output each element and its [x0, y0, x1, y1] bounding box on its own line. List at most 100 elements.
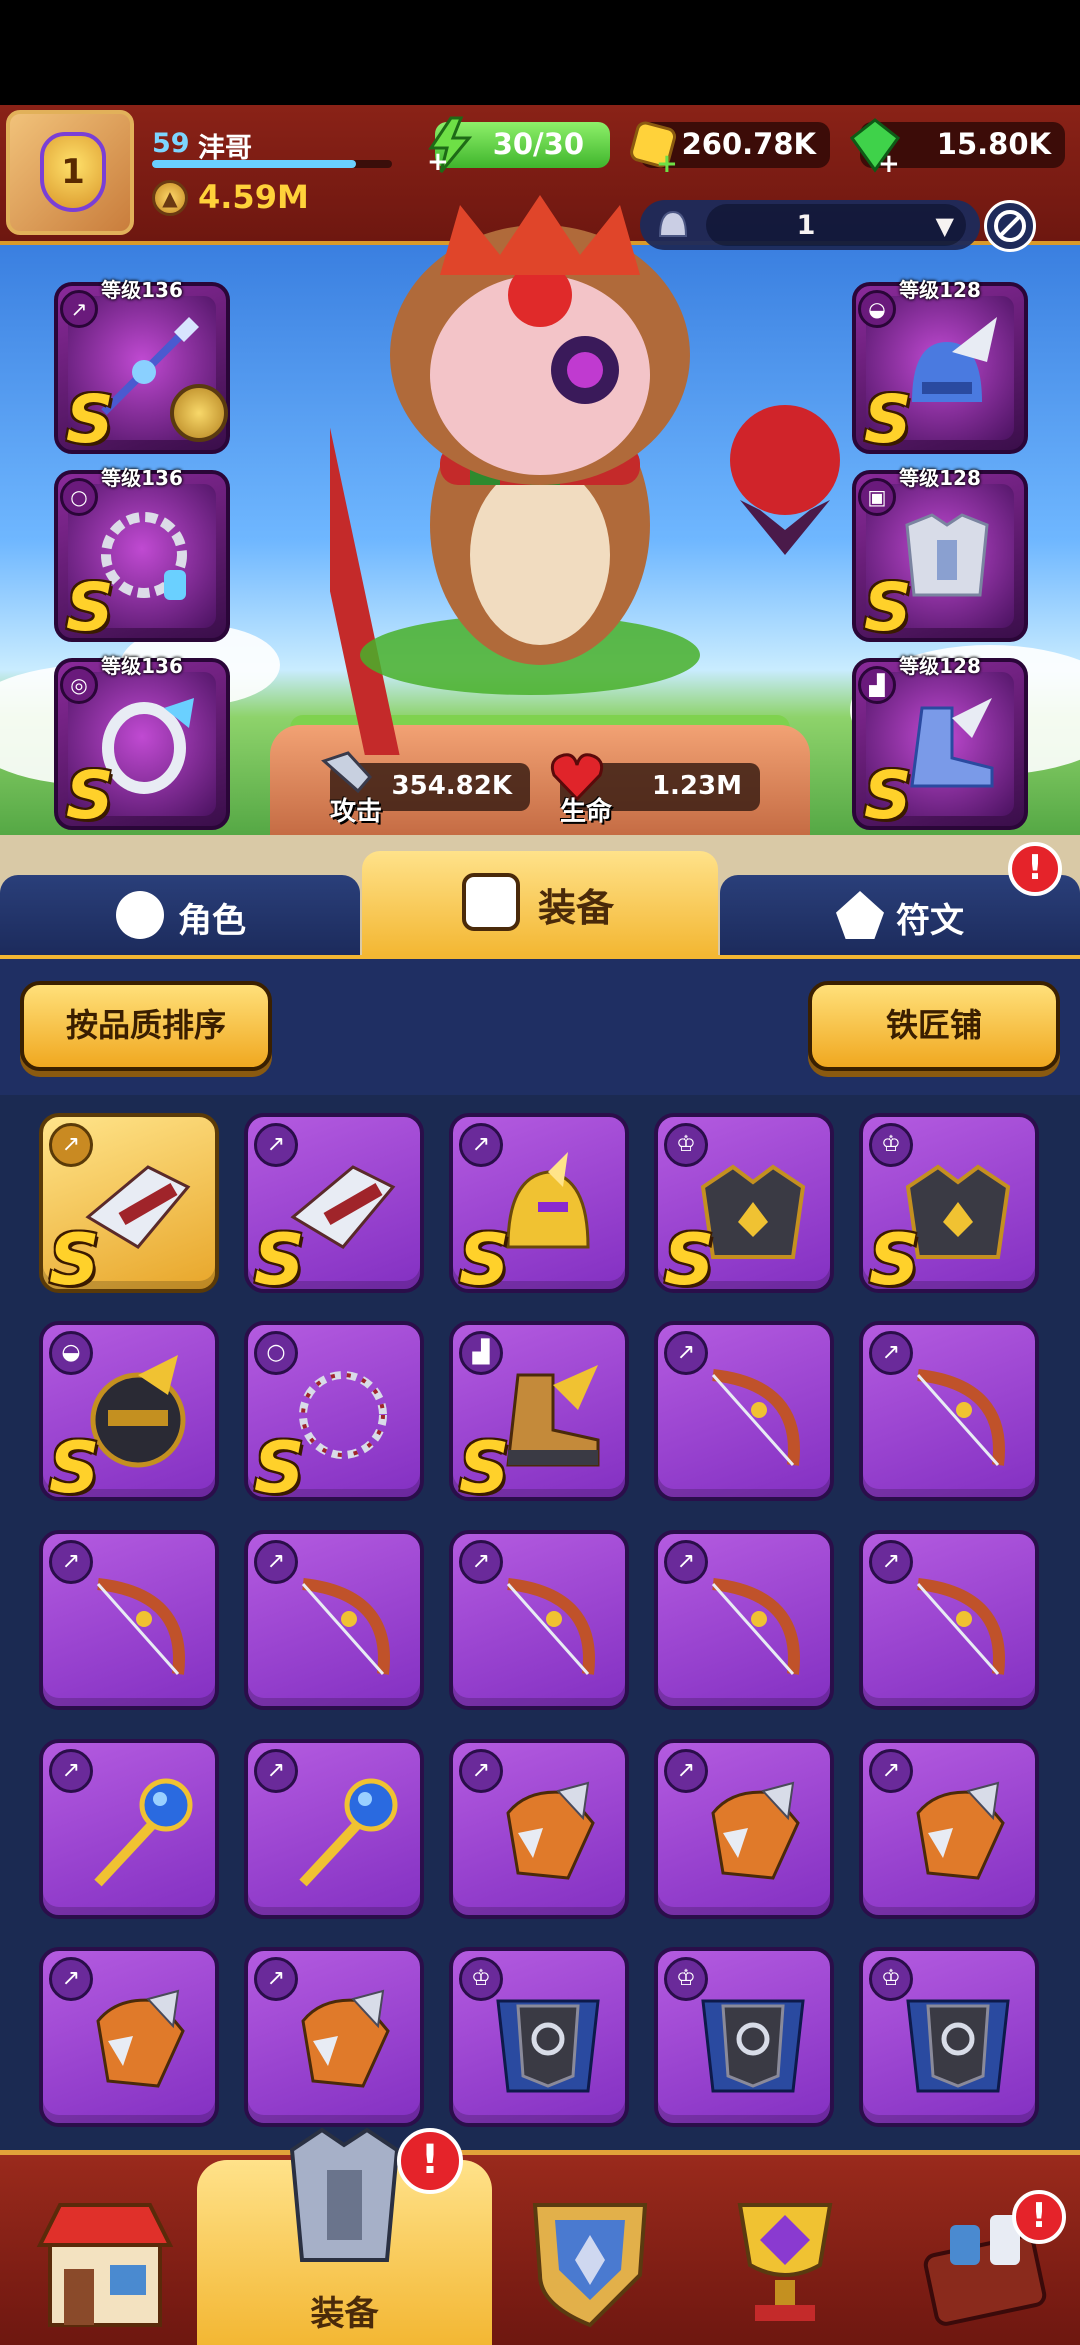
inventory-item-golden-boots[interactable]: ▟ S — [449, 1321, 629, 1509]
boots-type-icon: ▟ — [858, 666, 896, 704]
tab-role-label: 角色 — [178, 901, 246, 941]
xp-bar — [152, 160, 392, 168]
helmet-type-icon: ◒ — [858, 290, 896, 328]
bow-icon — [301, 1578, 390, 1675]
grade-badge: S — [664, 1219, 715, 1301]
tab-role[interactable]: 角色 — [0, 875, 360, 955]
equip-slot-necklace[interactable]: 等级136 ○ S — [54, 466, 230, 646]
target-icon[interactable] — [984, 200, 1036, 252]
player-power: 4.59M — [198, 178, 309, 216]
inventory-item-cape-armor[interactable]: ♔ — [654, 1947, 834, 2127]
armor-icon — [289, 2127, 400, 2262]
inventory-item-dark-armor[interactable]: ♔ S — [859, 1113, 1039, 1301]
inventory-item-cape-armor[interactable]: ♔ — [449, 1947, 629, 2127]
armor-icon — [462, 873, 520, 931]
grade-badge: S — [49, 1427, 100, 1509]
grade-badge: S — [254, 1427, 305, 1509]
gem-counter[interactable]: + 15.80K — [849, 118, 1065, 174]
tab-bar: 角色 装备 符文 — [0, 835, 1080, 955]
inventory-item-gauntlet[interactable]: ↗ — [654, 1739, 834, 1919]
tab-rune-label: 符文 — [896, 901, 964, 941]
inventory-item-crossbow[interactable]: ↗ S — [39, 1113, 219, 1301]
equipment-alert-badge: ! — [397, 2128, 463, 2194]
armor-type-icon: ▣ — [858, 478, 896, 516]
inventory-item-staff[interactable]: ↗ — [244, 1739, 424, 1919]
inventory-item-cape-armor[interactable]: ♔ — [859, 1947, 1039, 2127]
equip-slot-armor[interactable]: 等级128 ▣ S — [852, 466, 1028, 646]
grade-badge: S — [254, 1219, 305, 1301]
inventory-item-bow[interactable]: ↗ — [654, 1321, 834, 1501]
inventory-item-gauntlet[interactable]: ↗ — [449, 1739, 629, 1919]
sort-by-quality-button[interactable]: 按品质排序 — [20, 981, 272, 1071]
gauntlet-icon — [96, 1989, 185, 2088]
attack-label: 攻击 — [330, 797, 383, 827]
inventory-item-gauntlet[interactable]: ↗ — [244, 1947, 424, 2127]
blacksmith-button[interactable]: 铁匠铺 — [808, 981, 1060, 1071]
player-avatar[interactable]: 1 — [6, 110, 134, 235]
equip-slot-helmet[interactable]: 等级128 ◒ S — [852, 278, 1028, 458]
inventory-grid: ↗ S ↗ S ↗ S ♔ S ♔ S ◒ S ○ S ▟ S ↗ ↗ ↗ ↗ ↗ ↗ ↗ ↗ ↗ ↗ ↗ ↗ ↗ ↗ ♔ ♔ ♔ — [0, 1095, 1080, 2150]
inventory-item-gauntlet[interactable]: ↗ — [859, 1739, 1039, 1919]
necklace-type-icon: ○ — [60, 478, 98, 516]
shield-icon[interactable] — [515, 2185, 665, 2335]
equip-slot-weapon[interactable]: 等级136 ↗ S — [54, 278, 230, 458]
bow-icon — [96, 1578, 185, 1675]
bow-icon — [506, 1578, 595, 1675]
tab-equipment-label: 装备 — [538, 886, 615, 930]
gauntlet-icon — [301, 1989, 390, 2088]
svg-text:+: + — [878, 149, 900, 174]
gold-orb-icon — [170, 384, 228, 442]
inventory-item-staff[interactable]: ↗ — [39, 1739, 219, 1919]
energy-counter[interactable]: + 30/30 — [427, 116, 610, 174]
grade-badge: S — [459, 1219, 510, 1301]
inventory-item-bow[interactable]: ↗ — [859, 1530, 1039, 1710]
blacksmith-label: 铁匠铺 — [885, 1006, 982, 1044]
weapon-type-icon: ↗ — [60, 290, 98, 328]
svg-text:+: + — [656, 149, 678, 174]
inventory-item-bow[interactable]: ↗ — [654, 1530, 834, 1710]
grade-badge: S — [66, 381, 114, 458]
gem-value: 15.80K — [936, 127, 1051, 161]
gold-counter[interactable]: + 260.78K — [630, 121, 830, 174]
hp-stat: 生命 1.23M — [550, 753, 760, 827]
inventory-item-bow[interactable]: ↗ — [244, 1530, 424, 1710]
xp-bar-fill — [152, 160, 356, 168]
inventory-item-gauntlet[interactable]: ↗ — [39, 1947, 219, 2127]
grade-badge: S — [66, 569, 114, 646]
inventory-item-bow[interactable]: ↗ — [449, 1530, 629, 1710]
svg-text:+: + — [427, 147, 449, 174]
hp-value: 1.23M — [651, 771, 742, 801]
bow-icon — [711, 1369, 800, 1466]
inventory-item-dark-helmet[interactable]: ◒ S — [39, 1321, 219, 1509]
grade-badge: S — [869, 1219, 920, 1301]
chevron-down-icon: ▼ — [935, 212, 954, 240]
lightning-plus-icon: + — [427, 116, 473, 174]
gauntlet-icon — [916, 1781, 1005, 1880]
bow-icon — [916, 1369, 1005, 1466]
inventory-item-crossbow[interactable]: ↗ S — [244, 1113, 424, 1301]
rank-badge: 1 — [40, 132, 106, 212]
inventory-item-golden-helmet[interactable]: ↗ S — [449, 1113, 629, 1301]
hero-character — [330, 195, 700, 755]
sort-label: 按品质排序 — [65, 1006, 226, 1044]
cape-armor-icon — [701, 1999, 805, 2093]
bow-icon — [916, 1578, 1005, 1675]
ring-type-icon: ◎ — [60, 666, 98, 704]
inventory-item-bow[interactable]: ↗ — [39, 1530, 219, 1710]
trophy-icon[interactable] — [710, 2185, 860, 2335]
rune-icon — [836, 891, 884, 939]
toolbox-alert-badge: ! — [1012, 2190, 1066, 2244]
bottom-nav — [0, 2150, 1080, 2345]
shop-icon[interactable] — [30, 2185, 180, 2335]
attack-value: 354.82K — [391, 771, 512, 801]
inventory-item-chain-necklace[interactable]: ○ S — [244, 1321, 424, 1509]
equip-slot-boots[interactable]: 等级128 ▟ S — [852, 654, 1028, 834]
cape-armor-icon — [906, 1999, 1010, 2093]
inventory-item-dark-armor[interactable]: ♔ S — [654, 1113, 834, 1301]
equip-slot-ring[interactable]: 等级136 ◎ S — [54, 654, 230, 834]
inventory-item-bow[interactable]: ↗ — [859, 1321, 1039, 1501]
status-bar-area — [0, 0, 1080, 105]
floating-orb — [730, 405, 840, 555]
crosshair-icon — [994, 210, 1026, 242]
tab-equipment[interactable]: 装备 — [362, 851, 718, 955]
